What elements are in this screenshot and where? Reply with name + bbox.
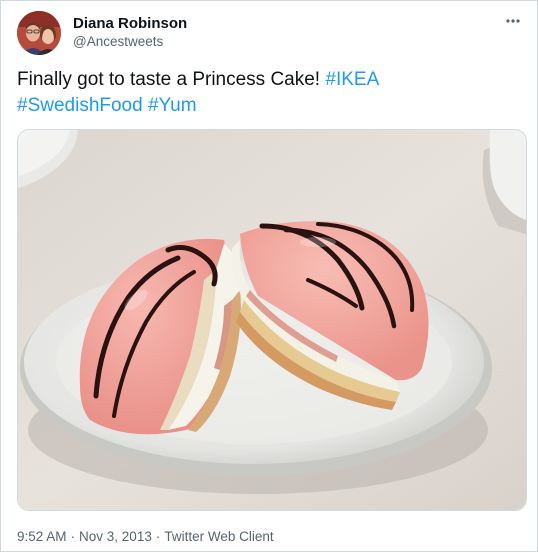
tweet-text: Finally got to taste a Princess Cake! #I… <box>17 67 517 119</box>
user-handle[interactable]: @Ancestweets <box>73 33 453 51</box>
avatar[interactable] <box>17 11 61 55</box>
tweet-photo[interactable] <box>17 129 527 511</box>
profile-photo-icon <box>17 11 61 55</box>
more-options-button[interactable] <box>503 13 523 29</box>
tweet-timestamp[interactable]: 9:52 AM <box>17 529 67 544</box>
princess-cake-photo <box>18 130 526 510</box>
hashtag-yum[interactable]: #Yum <box>148 95 197 116</box>
tweet-date[interactable]: Nov 3, 2013 <box>79 529 152 544</box>
tweet-meta: 9:52 AM · Nov 3, 2013 · Twitter Web Client <box>17 528 274 546</box>
display-name[interactable]: Diana Robinson <box>73 14 453 33</box>
meta-separator: · <box>155 529 161 544</box>
tweet-client: Twitter Web Client <box>164 529 274 544</box>
more-dots-icon <box>506 19 520 23</box>
tweet-text-plain: Finally got to taste a Princess Cake! <box>17 69 326 90</box>
hashtag-swedishfood[interactable]: #SwedishFood <box>17 95 143 116</box>
hashtag-ikea[interactable]: #IKEA <box>325 69 379 90</box>
tweet-card[interactable]: Diana Robinson @Ancestweets Finally got … <box>0 0 538 552</box>
meta-separator: · <box>70 529 76 544</box>
user-names: Diana Robinson @Ancestweets <box>73 14 453 51</box>
tweet-header: Diana Robinson @Ancestweets <box>17 11 523 59</box>
